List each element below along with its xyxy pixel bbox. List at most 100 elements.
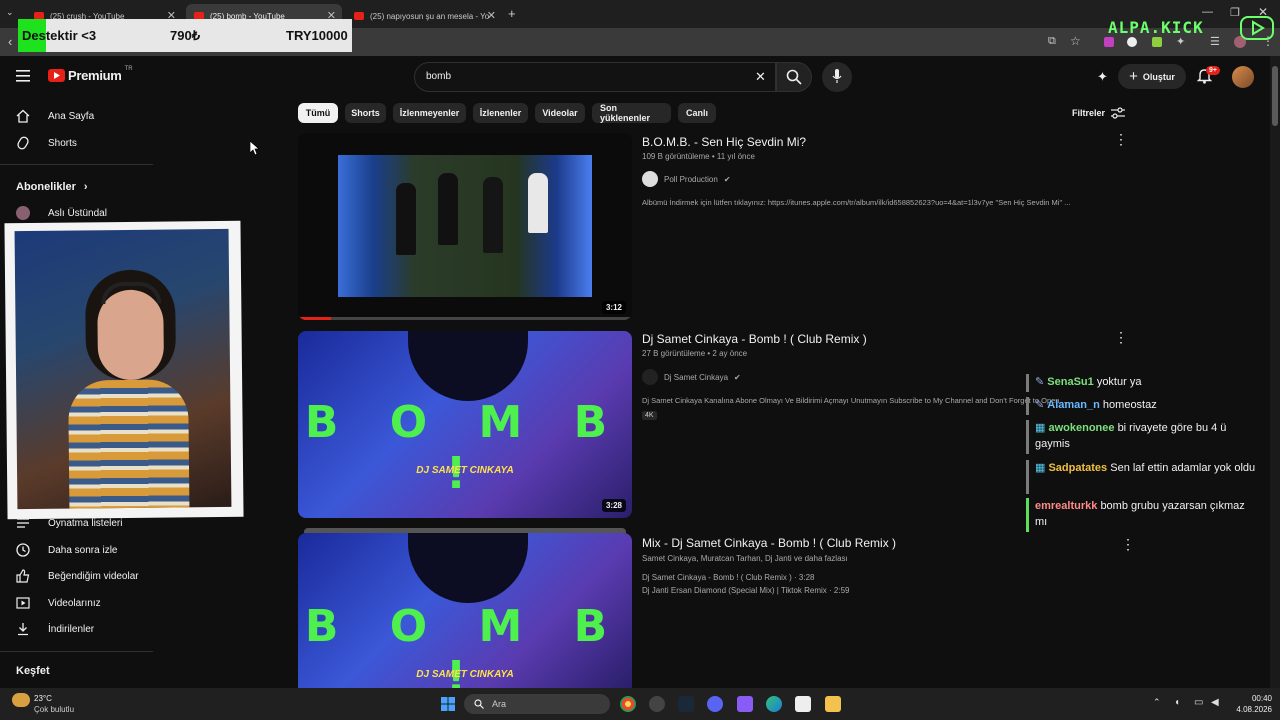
app-icon[interactable]: [737, 696, 753, 712]
chip-recently-uploaded[interactable]: Son yüklenenler: [592, 103, 671, 123]
more-actions-icon[interactable]: ⋮: [1114, 329, 1128, 346]
chat-message: ▦ Sadpatates Sen laf ettin adamlar yok o…: [1026, 460, 1256, 494]
chat-username: Alaman_n: [1047, 399, 1100, 411]
taskbar-search[interactable]: Ara: [464, 694, 610, 714]
mix-thumbnail[interactable]: B O M B ! DJ SAMET CINKAYA: [298, 533, 632, 688]
video-title[interactable]: B.O.M.B. - Sen Hiç Sevdin Mi?: [642, 135, 806, 149]
steam-icon[interactable]: [678, 696, 694, 712]
bookmark-star-icon[interactable]: ☆: [1070, 34, 1081, 48]
watch-progress-fill: [298, 317, 332, 320]
search-button[interactable]: [776, 62, 812, 92]
mix-track[interactable]: Dj Janti Ersan Diamond (Special Mix) | T…: [642, 586, 849, 595]
hamburger-menu-icon[interactable]: [16, 69, 30, 87]
chip-all[interactable]: Tümü: [298, 103, 338, 123]
sidebar-subscription-item[interactable]: Aslı Üstündal: [16, 206, 107, 220]
voice-search-button[interactable]: [822, 62, 852, 92]
sidebar-item-label: Videolarınız: [48, 597, 101, 609]
chip-videos[interactable]: Videolar: [535, 103, 585, 123]
more-actions-icon[interactable]: ⋮: [1114, 131, 1128, 148]
search-input[interactable]: bomb: [426, 71, 451, 82]
chip-shorts[interactable]: Shorts: [345, 103, 386, 123]
notification-badge: 9+: [1206, 66, 1220, 75]
tab-list-icon[interactable]: ⌄: [6, 7, 14, 18]
donation-goal: TRY10000: [286, 28, 348, 43]
sidebar-item-playlists[interactable]: Oynatma listeleri: [16, 516, 122, 530]
video-title[interactable]: Dj Samet Cinkaya - Bomb ! ( Club Remix ): [642, 332, 867, 346]
sidebar-item-shorts[interactable]: Shorts: [16, 136, 77, 150]
app-icon[interactable]: [649, 696, 665, 712]
figure: [438, 173, 458, 245]
play-badge-icon: [1240, 16, 1274, 40]
figure: [483, 177, 503, 253]
verified-icon: ✔: [723, 174, 731, 184]
chip-live[interactable]: Canlı: [678, 103, 716, 123]
filters-button[interactable]: Filtreler: [1072, 107, 1126, 119]
channel-row[interactable]: Dj Samet Cinkaya ✔: [642, 369, 741, 385]
minimize-icon[interactable]: —: [1202, 6, 1213, 18]
create-button[interactable]: + Oluştur: [1118, 64, 1186, 89]
chat-badge-icon: ▦: [1035, 422, 1046, 434]
mix-track[interactable]: Dj Samet Cinkaya - Bomb ! ( Club Remix )…: [642, 573, 815, 582]
extension-icon[interactable]: [1127, 37, 1137, 47]
clock-date[interactable]: 4.08.2026: [1228, 705, 1272, 714]
browser-tab[interactable]: (25) napıyosun şu an mesela - Yo ✕: [346, 4, 502, 28]
playlist-icon: [17, 518, 29, 528]
sidebar-item-watch-later[interactable]: Daha sonra izle: [16, 543, 117, 557]
video-title[interactable]: Mix - Dj Samet Cinkaya - Bomb ! ( Club R…: [642, 536, 896, 550]
chrome-icon[interactable]: [620, 696, 636, 712]
weather-desc[interactable]: Çok bulutlu: [34, 705, 74, 714]
volume-icon[interactable]: ◀: [1211, 697, 1219, 708]
premium-sparkle-icon[interactable]: ✦: [1097, 69, 1108, 85]
scrollbar-thumb[interactable]: [1272, 66, 1278, 126]
channel-row[interactable]: Poll Production ✔: [642, 171, 731, 187]
store-icon[interactable]: [795, 696, 811, 712]
video-thumbnail[interactable]: B O M B ! DJ SAMET CINKAYA 3:28: [298, 331, 632, 518]
windows-start-icon[interactable]: [441, 697, 455, 716]
new-tab-button[interactable]: +: [508, 6, 516, 21]
sidebar-item-liked[interactable]: Beğendiğim videolar: [16, 569, 139, 583]
close-icon[interactable]: ✕: [487, 9, 496, 22]
network-icon[interactable]: ▭: [1194, 697, 1203, 708]
sidebar-item-label: Oynatma listeleri: [48, 517, 123, 529]
chat-message: ▦ awokenonee bi rivayete göre bu 4 ü gay…: [1026, 420, 1256, 454]
channel-name[interactable]: Dj Samet Cinkaya: [664, 373, 728, 382]
explore-heading: Keşfet: [16, 665, 50, 677]
video-thumbnail[interactable]: 3:12: [298, 133, 632, 320]
channel-avatar: [642, 369, 658, 385]
sidebar-item-your-videos[interactable]: Videolarınız: [16, 596, 101, 610]
extension-icon[interactable]: [1104, 37, 1114, 47]
webcam-frame: [4, 220, 244, 520]
search-box[interactable]: bomb ✕: [414, 62, 776, 92]
sidepanel-icon[interactable]: ☰: [1210, 35, 1220, 48]
account-avatar[interactable]: [1232, 66, 1254, 88]
edge-icon[interactable]: [766, 696, 782, 712]
install-icon[interactable]: ⧉: [1048, 35, 1056, 48]
sidebar-item-label: Daha sonra izle: [48, 544, 118, 556]
clear-search-icon[interactable]: ✕: [755, 69, 766, 85]
maximize-icon[interactable]: ❐: [1230, 6, 1240, 19]
search-icon: [786, 69, 802, 85]
subscriptions-label: Abonelikler: [16, 181, 76, 193]
quality-badge: 4K: [642, 411, 657, 420]
chevron-up-icon[interactable]: ⌃: [1153, 697, 1161, 708]
sidebar-item-label: Ana Sayfa: [48, 110, 95, 122]
microphone-icon[interactable]: ◖: [1174, 697, 1180, 708]
video-meta: 27 B görüntüleme • 2 ay önce: [642, 349, 748, 358]
sidebar-item-downloads[interactable]: İndirilenler: [16, 622, 94, 636]
subscriptions-heading[interactable]: Abonelikler ›: [16, 181, 88, 193]
chip-watched[interactable]: İzlenenler: [473, 103, 528, 123]
back-icon[interactable]: ‹: [8, 34, 12, 49]
page-scrollbar[interactable]: [1270, 56, 1280, 688]
discord-icon[interactable]: [707, 696, 723, 712]
file-explorer-icon[interactable]: [825, 696, 841, 712]
clock-time[interactable]: 00:40: [1236, 694, 1272, 703]
more-actions-icon[interactable]: ⋮: [1121, 536, 1135, 553]
webcam-video: [14, 228, 232, 510]
extension-icon[interactable]: [1152, 37, 1162, 47]
weather-icon[interactable]: [12, 693, 30, 707]
youtube-premium-logo[interactable]: Premium TR: [48, 66, 133, 83]
sidebar-item-home[interactable]: Ana Sayfa: [16, 109, 94, 123]
chip-unwatched[interactable]: İzlenmeyenler: [393, 103, 466, 123]
channel-name[interactable]: Poll Production: [664, 175, 718, 184]
weather-temp[interactable]: 23°C: [34, 694, 52, 703]
